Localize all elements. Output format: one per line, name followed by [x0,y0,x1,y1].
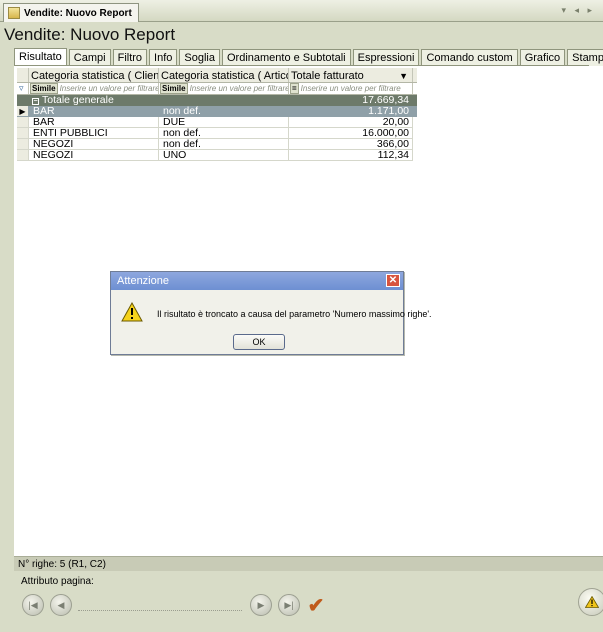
row-selector[interactable] [17,117,29,128]
filter-row: ▿ Simile Inserire un valore per filtrare… [17,83,417,95]
table-cell[interactable]: non def. [159,128,289,139]
tab-grafico[interactable]: Grafico [519,49,566,66]
filter-operator-badge[interactable]: = [290,83,299,94]
filter-input[interactable]: Inserire un valore per filtrare [190,84,288,93]
table-cell[interactable]: DUE [159,117,289,128]
table-row[interactable]: NEGOZI UNO 112,34 [17,150,417,161]
last-page-icon[interactable]: ▶| [278,594,300,616]
filter-cell-cliente[interactable]: Simile Inserire un valore per filtrare [29,83,159,94]
table-cell[interactable]: 112,34 [289,150,413,161]
grand-total-label: Totale generale [42,95,114,106]
row-selector[interactable] [17,128,29,139]
page-footer: Attributo pagina: |◀ ◀ ▶ ▶| ✔ [14,571,603,632]
document-tab[interactable]: Vendite: Nuovo Report [3,3,139,22]
tab-campi[interactable]: Campi [68,49,111,66]
warning-icon [585,596,599,608]
table-cell[interactable]: 366,00 [289,139,413,150]
filter-cell-articolo[interactable]: Simile Inserire un valore per filtrare [159,83,289,94]
table-row[interactable]: ENTI PUBBLICI non def. 16.000,00 [17,128,417,139]
document-tab-strip: Vendite: Nuovo Report ▾ ◂ ▸ [0,0,603,22]
grand-total-row[interactable]: − Totale generale 17.669,34 [17,95,417,106]
filter-cell-totale[interactable]: = Inserire un valore per filtrare [289,83,413,94]
filter-operator-badge[interactable]: Simile [160,83,188,94]
first-page-icon[interactable]: |◀ [22,594,44,616]
ok-button[interactable]: OK [233,334,285,350]
table-cell[interactable]: BAR [29,106,159,117]
chevron-down-icon[interactable]: ▼ [399,71,408,81]
filter-input[interactable]: Inserire un valore per filtrare [60,84,158,93]
page-attribute-field[interactable] [78,610,242,611]
filter-icon-cell: ▿ [17,83,29,94]
dialog-title: Attenzione [117,275,169,287]
warning-button[interactable] [578,588,603,616]
table-cell[interactable]: non def. [159,106,289,117]
close-icon[interactable]: ✕ [386,274,400,287]
table-row[interactable]: NEGOZI non def. 366,00 [17,139,417,150]
next-page-icon[interactable]: ▶ [250,594,272,616]
tab-risultato[interactable]: Risultato [14,48,67,66]
table-cell[interactable]: UNO [159,150,289,161]
collapse-icon[interactable]: − [32,98,39,105]
table-row[interactable]: BAR DUE 20,00 [17,117,417,128]
column-header-label: Categoria statistica ( Cliente [31,69,159,82]
tab-info[interactable]: Info [149,49,178,66]
table-cell[interactable]: 1.171,00 [289,106,413,117]
table-cell[interactable]: non def. [159,139,289,150]
column-header-label: Totale fatturato [291,69,364,82]
tab-comando-custom[interactable]: Comando custom [421,49,518,66]
row-selector[interactable] [17,150,29,161]
table-cell[interactable]: ENTI PUBBLICI [29,128,159,139]
column-header-cliente[interactable]: Categoria statistica ( Cliente ▲ [29,68,159,82]
warning-dialog: Attenzione ✕ Il risultato è troncato a c… [110,271,432,355]
tab-bar: Risultato Campi Filtro Info Soglia Ordin… [14,48,603,66]
row-selector-header [17,68,29,82]
table-cell[interactable]: 20,00 [289,117,413,128]
tab-ordinamento[interactable]: Ordinamento e Subtotali [221,49,351,66]
grand-total-value: 17.669,34 [289,95,413,106]
window-title: Vendite: Nuovo Report [4,25,176,44]
tab-stampa[interactable]: Stampa [567,49,603,66]
table-cell[interactable]: BAR [29,117,159,128]
dialog-titlebar[interactable]: Attenzione ✕ [111,272,403,290]
table-cell[interactable]: NEGOZI [29,139,159,150]
row-selector[interactable] [17,95,29,106]
row-selector[interactable] [17,139,29,150]
tab-espressioni[interactable]: Espressioni [352,49,420,66]
tab-soglia[interactable]: Soglia [179,49,220,66]
row-count-status: N° righe: 5 (R1, C2) [18,559,106,570]
grand-total-label-cell: − Totale generale [29,95,289,106]
page-attribute-label: Attributo pagina: [21,576,94,587]
column-header-articolo[interactable]: Categoria statistica ( Articolo ) [159,68,289,82]
document-tab-label: Vendite: Nuovo Report [24,7,132,19]
table-row[interactable]: ▶ BAR non def. 1.171,00 [17,106,417,117]
dialog-message: Il risultato è troncato a causa del para… [157,309,432,319]
filter-icon: ▿ [19,83,24,93]
table-cell[interactable]: NEGOZI [29,150,159,161]
current-row-indicator-icon[interactable]: ▶ [17,106,29,117]
table-cell[interactable]: 16.000,00 [289,128,413,139]
filter-input[interactable]: Inserire un valore per filtrare [301,84,401,93]
prev-page-icon[interactable]: ◀ [50,594,72,616]
tab-filtro[interactable]: Filtro [112,49,148,66]
document-icon [8,7,20,19]
column-header-totale[interactable]: Totale fatturato ▼ [289,68,413,82]
tab-strip-controls-icon[interactable]: ▾ ◂ ▸ [561,5,595,16]
status-bar: N° righe: 5 (R1, C2) [14,556,603,571]
column-header-label: Categoria statistica ( Articolo ) [161,69,288,82]
filter-operator-badge[interactable]: Simile [30,83,58,94]
result-grid: Categoria statistica ( Cliente ▲ Categor… [17,68,417,161]
checkmark-icon[interactable]: ✔ [304,593,328,617]
grid-header: Categoria statistica ( Cliente ▲ Categor… [17,68,417,83]
warning-icon [121,302,143,322]
